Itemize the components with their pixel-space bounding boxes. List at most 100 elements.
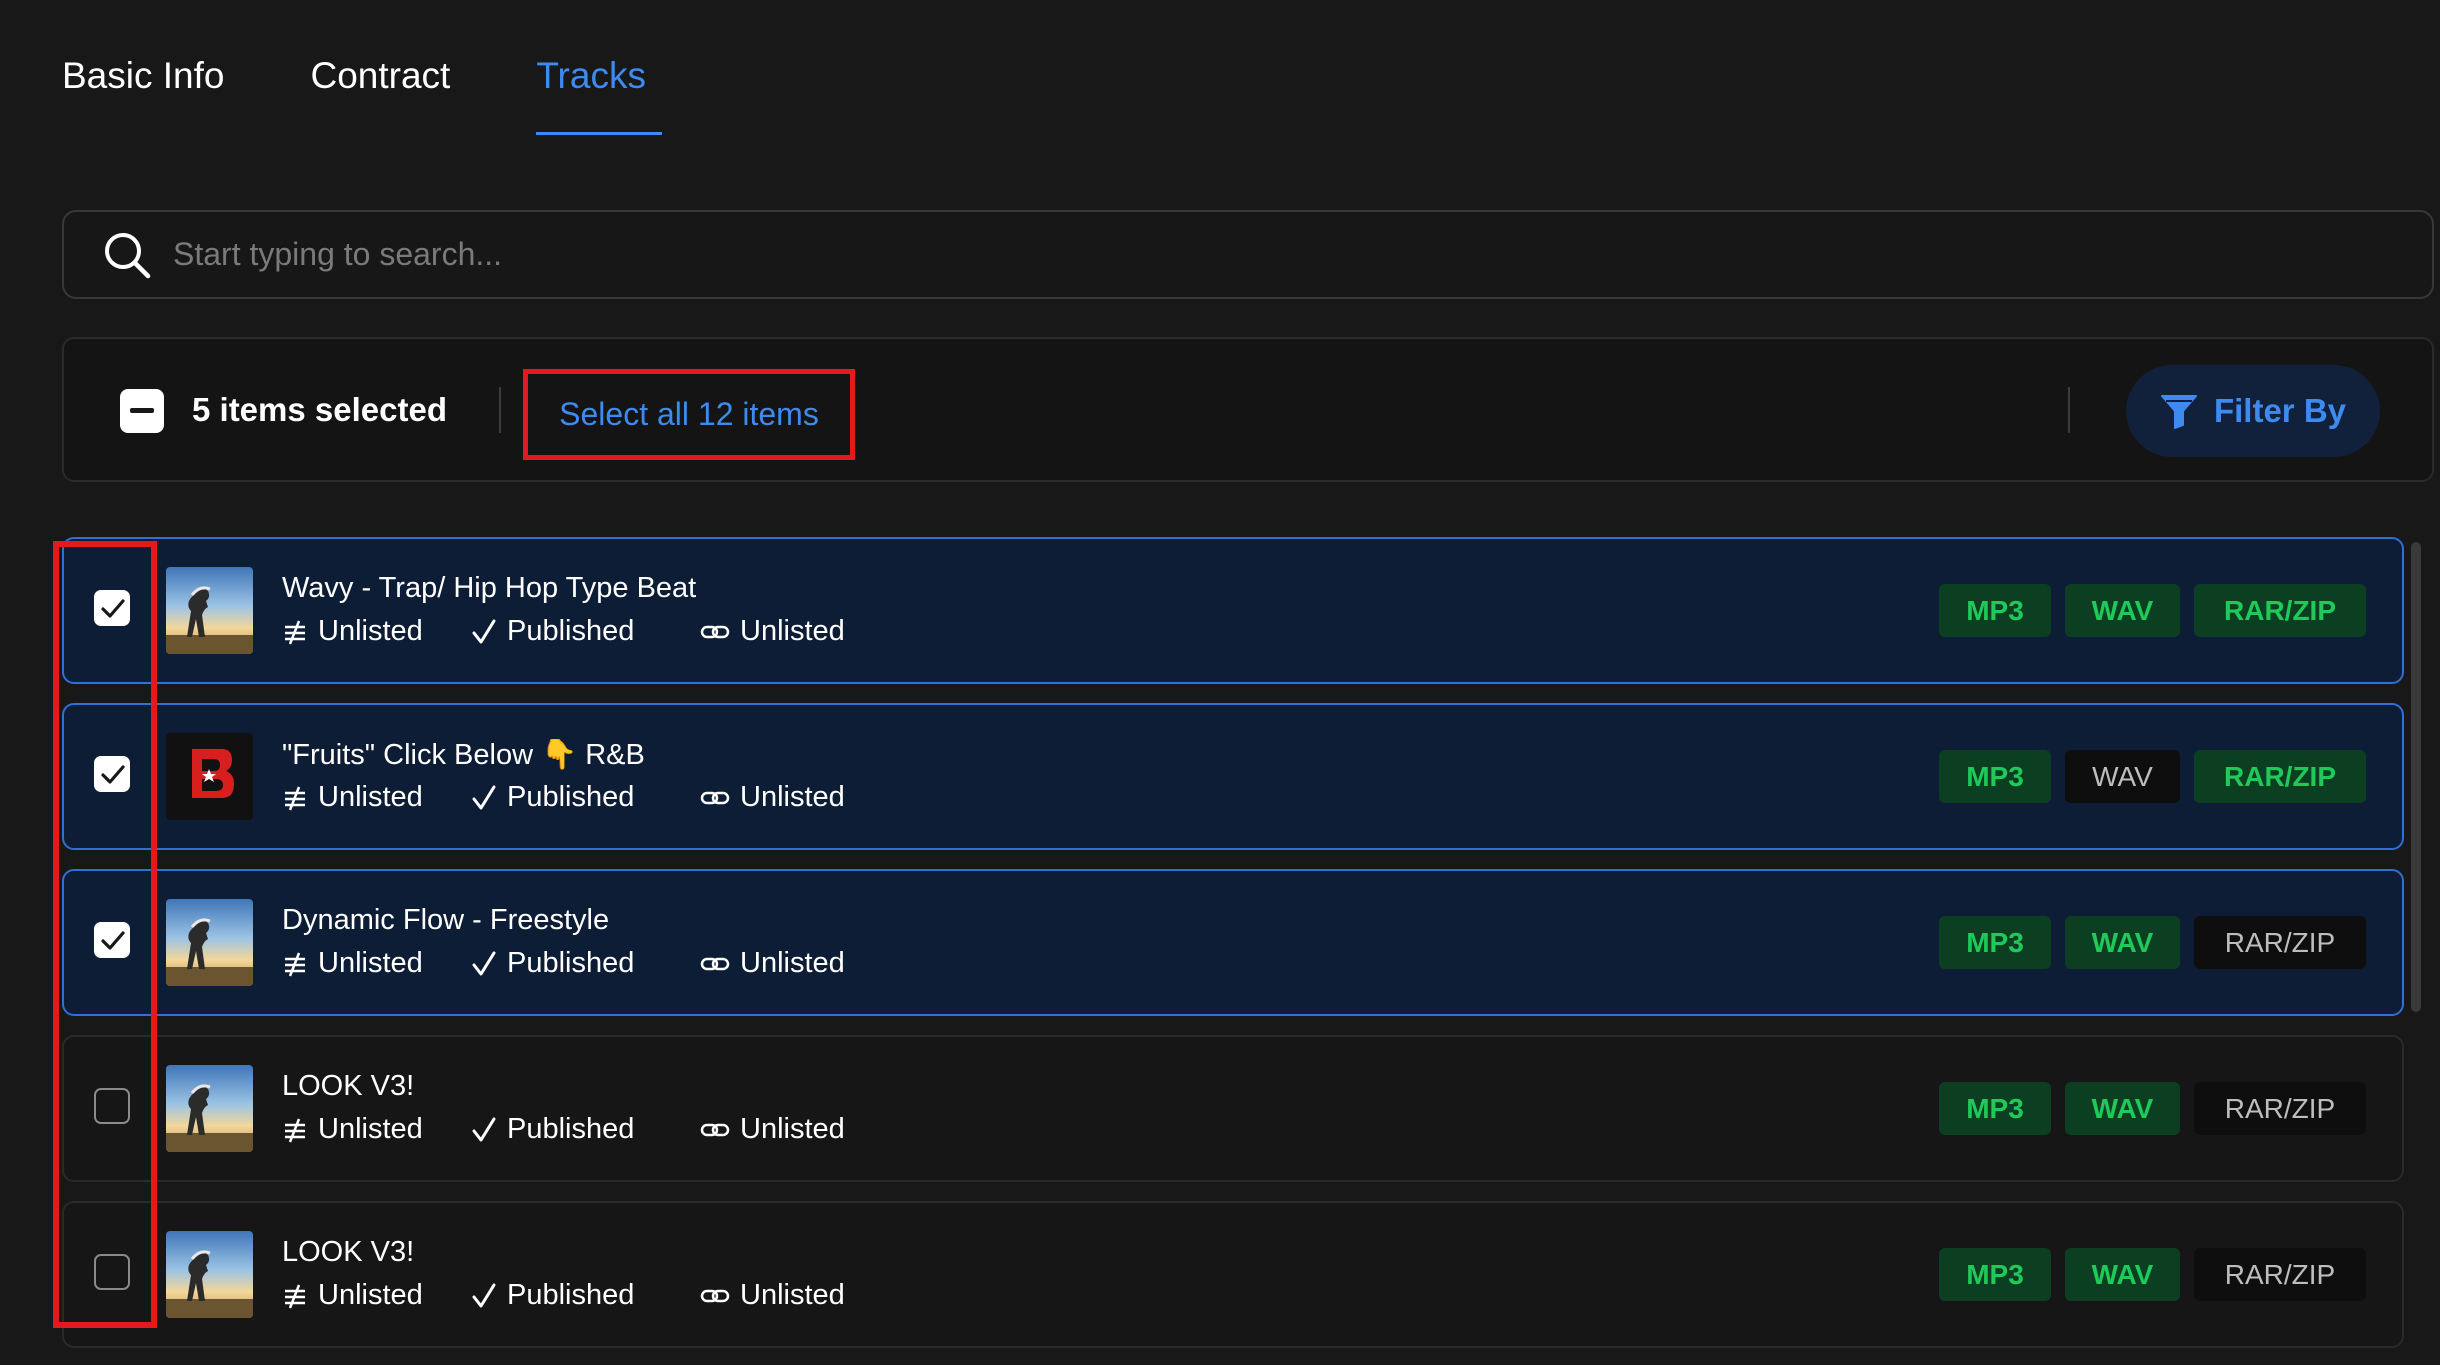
link-status: Unlisted xyxy=(700,615,845,648)
link-status-label: Unlisted xyxy=(740,1279,845,1311)
visibility-status-label: Unlisted xyxy=(318,615,423,647)
publish-status-label: Published xyxy=(507,947,635,979)
wav-format-badge[interactable]: WAV xyxy=(2065,916,2180,969)
track-title: LOOK V3! xyxy=(282,1236,415,1268)
select-all-link[interactable]: Select all 12 items xyxy=(559,396,819,433)
selection-toolbar: 5 items selected Select all 12 items Fil… xyxy=(62,337,2434,482)
link-icon xyxy=(700,1289,730,1302)
track-thumbnail xyxy=(166,733,253,820)
visibility-status: Unlisted xyxy=(282,781,423,814)
link-status-label: Unlisted xyxy=(740,1113,845,1145)
format-badges: MP3 WAV RAR/ZIP xyxy=(1925,916,2366,969)
mp3-format-badge[interactable]: MP3 xyxy=(1939,916,2051,969)
publish-status-label: Published xyxy=(507,1279,635,1311)
search-input[interactable] xyxy=(173,212,2432,297)
publish-status: Published xyxy=(471,1113,634,1146)
wav-format-badge[interactable]: WAV xyxy=(2065,1082,2180,1135)
track-row[interactable]: Wavy - Trap/ Hip Hop Type Beat Unlisted … xyxy=(62,537,2404,684)
track-title: LOOK V3! xyxy=(282,1070,415,1102)
format-badges: MP3 WAV RAR/ZIP xyxy=(1925,584,2366,637)
select-all-highlight-box: Select all 12 items xyxy=(523,369,855,460)
visibility-status-label: Unlisted xyxy=(318,1113,423,1145)
filter-by-button[interactable]: Filter By xyxy=(2126,365,2380,457)
publish-status: Published xyxy=(471,781,634,814)
mp3-format-badge[interactable]: MP3 xyxy=(1939,750,2051,803)
sky-silhouette-image xyxy=(166,567,253,654)
scrollbar[interactable] xyxy=(2411,542,2421,1012)
mp3-format-badge[interactable]: MP3 xyxy=(1939,1248,2051,1301)
toolbar-divider xyxy=(2068,387,2070,433)
visibility-status: Unlisted xyxy=(282,1279,423,1312)
filter-by-label: Filter By xyxy=(2213,392,2347,429)
sky-silhouette-image xyxy=(166,1065,253,1152)
link-status: Unlisted xyxy=(700,1113,845,1146)
link-status-label: Unlisted xyxy=(740,781,845,813)
visibility-status: Unlisted xyxy=(282,947,423,980)
track-row[interactable]: LOOK V3! Unlisted Published Unlisted MP3… xyxy=(62,1201,2404,1348)
tab-contract[interactable]: Contract xyxy=(310,55,450,135)
sky-silhouette-image xyxy=(166,1231,253,1318)
link-icon xyxy=(700,957,730,970)
tab-bar: Basic Info Contract Tracks xyxy=(62,55,732,135)
check-icon xyxy=(472,1117,496,1141)
track-thumbnail xyxy=(166,567,253,654)
track-row[interactable]: Dynamic Flow - Freestyle Unlisted Publis… xyxy=(62,869,2404,1016)
rar-zip-format-badge[interactable]: RAR/ZIP xyxy=(2194,584,2366,637)
search-icon xyxy=(105,232,151,278)
link-status: Unlisted xyxy=(700,1279,845,1312)
rar-zip-format-badge[interactable]: RAR/ZIP xyxy=(2194,916,2366,969)
link-icon xyxy=(700,1123,730,1136)
publish-status: Published xyxy=(471,1279,634,1312)
track-thumbnail xyxy=(166,1065,253,1152)
track-row[interactable]: LOOK V3! Unlisted Published Unlisted MP3… xyxy=(62,1035,2404,1182)
publish-status-label: Published xyxy=(507,1113,635,1145)
link-icon xyxy=(700,625,730,638)
not-equal-icon xyxy=(285,1118,305,1142)
tab-tracks[interactable]: Tracks xyxy=(536,55,662,135)
mp3-format-badge[interactable]: MP3 xyxy=(1939,584,2051,637)
publish-status: Published xyxy=(471,615,634,648)
visibility-status: Unlisted xyxy=(282,615,423,648)
wav-format-badge[interactable]: WAV xyxy=(2065,750,2180,803)
visibility-status: Unlisted xyxy=(282,1113,423,1146)
sky-silhouette-image xyxy=(166,899,253,986)
visibility-status-label: Unlisted xyxy=(318,1279,423,1311)
rar-zip-format-badge[interactable]: RAR/ZIP xyxy=(2194,1248,2366,1301)
link-icon xyxy=(700,791,730,804)
rar-zip-format-badge[interactable]: RAR/ZIP xyxy=(2194,750,2366,803)
rar-zip-format-badge[interactable]: RAR/ZIP xyxy=(2194,1082,2366,1135)
format-badges: MP3 WAV RAR/ZIP xyxy=(1925,1082,2366,1135)
publish-status-label: Published xyxy=(507,781,635,813)
red-b-logo-image xyxy=(166,733,253,820)
search-bar xyxy=(62,210,2434,299)
track-title: Wavy - Trap/ Hip Hop Type Beat xyxy=(282,572,697,604)
tab-basic-info[interactable]: Basic Info xyxy=(62,55,224,135)
visibility-status-label: Unlisted xyxy=(318,781,423,813)
format-badges: MP3 WAV RAR/ZIP xyxy=(1925,750,2366,803)
not-equal-icon xyxy=(285,1284,305,1308)
link-status: Unlisted xyxy=(700,947,845,980)
wav-format-badge[interactable]: WAV xyxy=(2065,1248,2180,1301)
track-thumbnail xyxy=(166,1231,253,1318)
track-row[interactable]: "Fruits" Click Below 👇 R&B Unlisted Publ… xyxy=(62,703,2404,850)
publish-status: Published xyxy=(471,947,634,980)
check-icon xyxy=(472,951,496,975)
check-icon xyxy=(472,619,496,643)
visibility-status-label: Unlisted xyxy=(318,947,423,979)
wav-format-badge[interactable]: WAV xyxy=(2065,584,2180,637)
tracks-page: Basic Info Contract Tracks 5 items selec… xyxy=(0,0,2440,1365)
not-equal-icon xyxy=(285,952,305,976)
selected-count-label: 5 items selected xyxy=(192,391,447,428)
mp3-format-badge[interactable]: MP3 xyxy=(1939,1082,2051,1135)
track-title: "Fruits" Click Below 👇 R&B xyxy=(282,739,645,771)
not-equal-icon xyxy=(285,620,305,644)
checkbox-column-highlight-box xyxy=(53,541,157,1328)
track-thumbnail xyxy=(166,899,253,986)
format-badges: MP3 WAV RAR/ZIP xyxy=(1925,1248,2366,1301)
check-icon xyxy=(472,785,496,809)
select-all-checkbox[interactable] xyxy=(120,389,164,433)
link-status-label: Unlisted xyxy=(740,947,845,979)
link-status: Unlisted xyxy=(700,781,845,814)
funnel-icon xyxy=(2160,395,2197,429)
not-equal-icon xyxy=(285,786,305,810)
